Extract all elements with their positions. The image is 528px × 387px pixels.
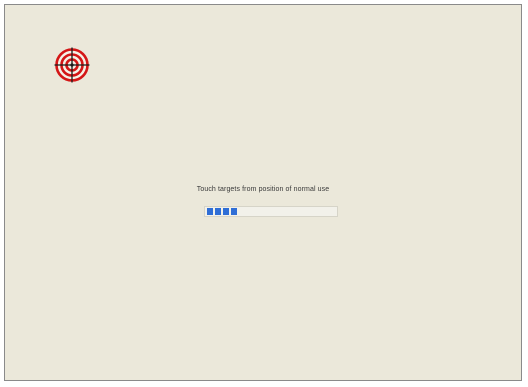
- calibration-screen: Touch targets from position of normal us…: [4, 4, 522, 381]
- calibration-progress-bar: [204, 206, 338, 217]
- calibration-instruction: Touch targets from position of normal us…: [196, 186, 330, 193]
- progress-fill: [207, 208, 239, 215]
- crosshair-target-icon[interactable]: [54, 47, 90, 83]
